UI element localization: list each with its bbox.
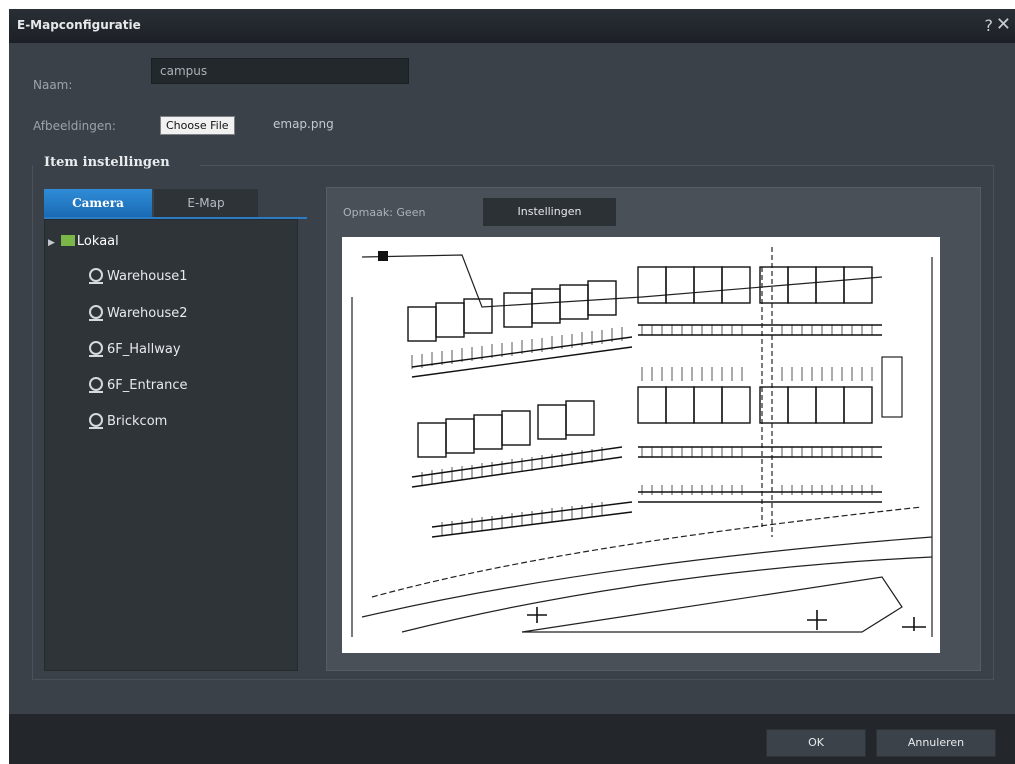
tab-camera[interactable]: Camera <box>44 189 152 217</box>
camera-tree-panel <box>44 219 298 671</box>
tree-item-label: Warehouse1 <box>107 269 188 284</box>
layout-label: Opmaak: Geen <box>343 206 426 219</box>
image-label: Afbeeldingen: <box>33 119 116 133</box>
parking-lot-map-graphic <box>351 247 933 637</box>
choose-file-button[interactable]: Choose File <box>160 116 235 135</box>
tree-item-warehouse2[interactable]: Warehouse2 <box>89 305 188 323</box>
emap-image[interactable] <box>342 237 940 653</box>
camera-icon <box>89 377 103 393</box>
tree-root-lokaal[interactable]: ▶ Lokaal <box>48 234 119 252</box>
tree-item-6f-entrance[interactable]: 6F_Entrance <box>89 377 188 395</box>
name-label: Naam: <box>33 78 73 92</box>
camera-icon <box>89 413 103 429</box>
tree-item-label: Warehouse2 <box>107 306 188 321</box>
tree-root-label: Lokaal <box>76 234 119 249</box>
tree-item-label: 6F_Hallway <box>107 342 181 357</box>
camera-icon <box>89 341 103 357</box>
tree-item-brickcom[interactable]: Brickcom <box>89 413 167 431</box>
tree-item-warehouse1[interactable]: Warehouse1 <box>89 268 188 286</box>
tree-item-6f-hallway[interactable]: 6F_Hallway <box>89 341 181 359</box>
camera-icon <box>89 305 103 321</box>
help-icon[interactable]: ? <box>985 16 994 35</box>
close-icon[interactable]: ✕ <box>996 14 1011 35</box>
tab-emap[interactable]: E-Map <box>154 189 258 217</box>
expand-arrow-icon[interactable]: ▶ <box>48 238 55 248</box>
name-input[interactable] <box>151 58 409 84</box>
cancel-button[interactable]: Annuleren <box>876 729 996 757</box>
title-bar: E-Mapconfiguratie ? ✕ <box>9 9 1015 43</box>
ok-button[interactable]: OK <box>766 729 866 757</box>
folder-icon <box>60 235 75 246</box>
file-name: emap.png <box>273 117 334 131</box>
camera-icon <box>89 268 103 284</box>
tree-item-label: 6F_Entrance <box>107 378 188 393</box>
tree-item-label: Brickcom <box>107 414 168 429</box>
dialog-title: E-Mapconfiguratie <box>17 18 141 32</box>
settings-button[interactable]: Instellingen <box>483 198 616 226</box>
